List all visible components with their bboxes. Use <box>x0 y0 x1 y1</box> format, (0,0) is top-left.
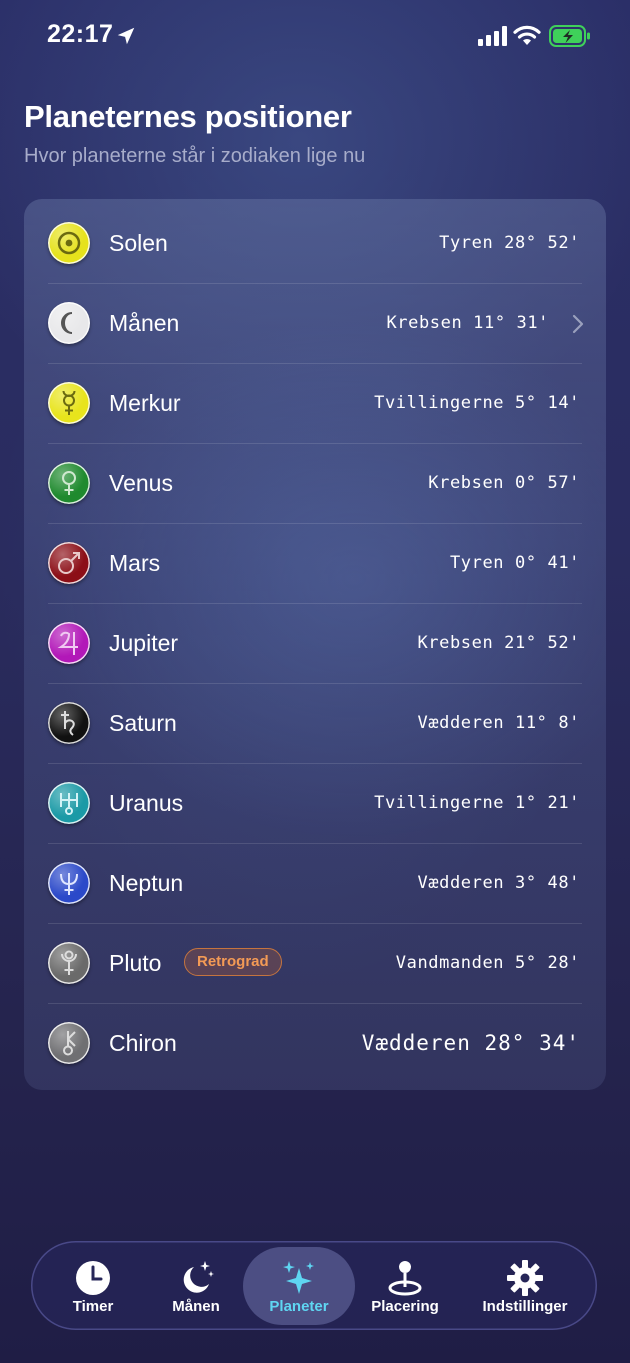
planet-name: Pluto <box>109 950 162 976</box>
tab-planeter[interactable]: Planeter <box>249 1241 349 1330</box>
tab-label: Placering <box>371 1298 439 1315</box>
uranus-icon <box>48 782 90 824</box>
location-arrow-icon <box>117 27 135 45</box>
planet-row-uranus[interactable]: Uranus Tvillingerne 1° 21' <box>24 764 606 844</box>
planet-row-manen[interactable]: Månen Krebsen 11° 31' <box>24 284 606 364</box>
planet-row-merkur[interactable]: Merkur Tvillingerne 5° 14' <box>24 364 606 444</box>
planet-name: Jupiter <box>109 630 179 656</box>
pluto-icon <box>48 942 90 984</box>
tab-manen[interactable]: Månen <box>146 1241 246 1330</box>
battery-charging-icon <box>549 25 590 47</box>
tab-timer[interactable]: Timer <box>43 1241 143 1330</box>
planet-row-venus[interactable]: Venus Krebsen 0° 57' <box>24 444 606 524</box>
sparkles-icon <box>283 1261 314 1294</box>
venus-icon <box>48 462 90 504</box>
tab-indstillinger[interactable]: Indstillinger <box>469 1241 581 1330</box>
planet-list: Solen Tyren 28° 52' Månen Krebsen 11° 31… <box>24 199 606 1090</box>
zodiac-position: Tvillingerne 1° 21' <box>374 793 580 813</box>
wifi-icon <box>513 25 541 45</box>
planet-name: Chiron <box>109 1030 177 1056</box>
cellular-signal-icon <box>478 26 507 46</box>
tab-bar: Timer Månen Planeter Placering Indstilli… <box>31 1241 597 1330</box>
planet-row-pluto[interactable]: Pluto Retrograd Vandmanden 5° 28' <box>24 924 606 1004</box>
zodiac-position: Krebsen 0° 57' <box>428 473 580 493</box>
planet-name: Neptun <box>109 870 184 896</box>
planet-row-neptun[interactable]: Neptun Vædderen 3° 48' <box>24 844 606 924</box>
mercury-icon <box>48 382 90 424</box>
zodiac-position: Krebsen 11° 31' <box>386 313 549 333</box>
zodiac-position: Vædderen 11° 8' <box>417 713 580 733</box>
status-bar: 22:17 <box>0 0 630 72</box>
planet-row-mars[interactable]: Mars Tyren 0° 41' <box>24 524 606 604</box>
zodiac-position: Vædderen 3° 48' <box>417 873 580 893</box>
planet-name: Månen <box>109 310 180 336</box>
tab-placering[interactable]: Placering <box>355 1241 455 1330</box>
tab-label: Planeter <box>269 1298 329 1315</box>
planet-name: Solen <box>109 230 168 256</box>
neptune-icon <box>48 862 90 904</box>
planet-name: Venus <box>109 470 173 496</box>
zodiac-position: Tyren 28° 52' <box>439 233 580 253</box>
moon-icon <box>48 302 90 344</box>
planet-row-chiron[interactable]: Chiron Vædderen 28° 34' <box>24 1004 606 1084</box>
tab-label: Timer <box>72 1298 114 1315</box>
zodiac-position: Vædderen 28° 34' <box>361 1031 580 1055</box>
zodiac-position: Tvillingerne 5° 14' <box>374 393 580 413</box>
saturn-icon <box>48 702 90 744</box>
retrograde-badge: Retrograd <box>184 948 282 976</box>
planet-name: Uranus <box>109 790 184 816</box>
planet-name: Mars <box>109 550 161 576</box>
planet-row-saturn[interactable]: Saturn Vædderen 11° 8' <box>24 684 606 764</box>
tab-label: Månen <box>172 1298 220 1315</box>
sun-icon <box>48 222 90 264</box>
chevron-right-icon <box>572 314 584 334</box>
tab-label: Indstillinger <box>482 1298 568 1315</box>
zodiac-position: Krebsen 21° 52' <box>417 633 580 653</box>
jupiter-icon <box>48 622 90 664</box>
zodiac-position: Tyren 0° 41' <box>449 553 580 573</box>
gear-icon <box>507 1260 543 1296</box>
chiron-icon <box>48 1022 90 1064</box>
planet-name: Merkur <box>109 390 181 416</box>
clock-icon <box>76 1261 110 1295</box>
planet-row-solen[interactable]: Solen Tyren 28° 52' <box>24 204 606 284</box>
page-subtitle: Hvor planeterne står i zodiaken lige nu <box>24 145 366 167</box>
page-title: Planeternes positioner <box>24 99 352 134</box>
planet-name: Saturn <box>109 710 177 736</box>
mars-icon <box>48 542 90 584</box>
location-pin-icon <box>388 1261 422 1296</box>
moon-stars-icon <box>183 1261 214 1293</box>
planet-row-jupiter[interactable]: Jupiter Krebsen 21° 52' <box>24 604 606 684</box>
zodiac-position: Vandmanden 5° 28' <box>395 953 580 973</box>
status-time: 22:17 <box>47 20 114 48</box>
